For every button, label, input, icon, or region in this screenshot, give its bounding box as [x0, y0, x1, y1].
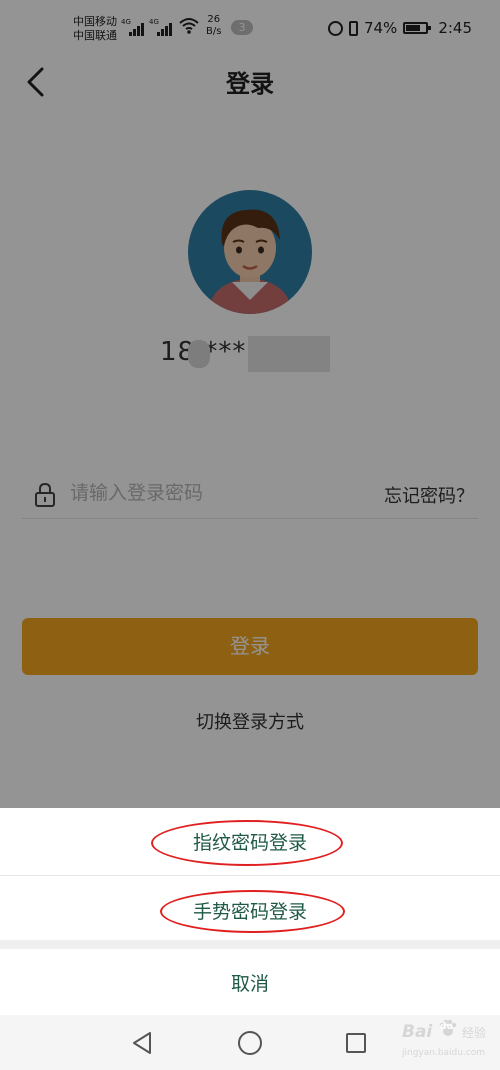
watermark-suffix: 经验: [462, 1026, 487, 1040]
watermark-brand: Bai: [402, 1022, 433, 1042]
cancel-button[interactable]: 取消: [0, 969, 500, 996]
watermark-site: jingyan.baidu.com: [402, 1048, 486, 1058]
recents-square-icon: [346, 1033, 366, 1053]
login-screen: 中国移动 中国联通 4G 4G 26 B/s 3 74% 2:45 登录 18 …: [0, 0, 500, 1070]
annotation-ring-gesture: [160, 890, 345, 933]
watermark-paw-text: du: [440, 1022, 453, 1032]
nav-home-button[interactable]: [236, 1029, 264, 1057]
baidu-jingyan-watermark: Bai du 经验 jingyan.baidu.com: [400, 1012, 494, 1068]
dim-overlay[interactable]: [0, 0, 500, 808]
login-method-sheet: 指纹密码登录 手势密码登录 取消: [0, 808, 500, 1015]
home-circle-icon: [238, 1031, 262, 1055]
sheet-gap: [0, 940, 500, 949]
nav-recents-button[interactable]: [342, 1029, 370, 1057]
annotation-ring-fingerprint: [151, 820, 343, 866]
back-triangle-icon: [133, 1032, 151, 1054]
nav-back-button[interactable]: [128, 1029, 156, 1057]
sheet-divider: [0, 875, 500, 876]
